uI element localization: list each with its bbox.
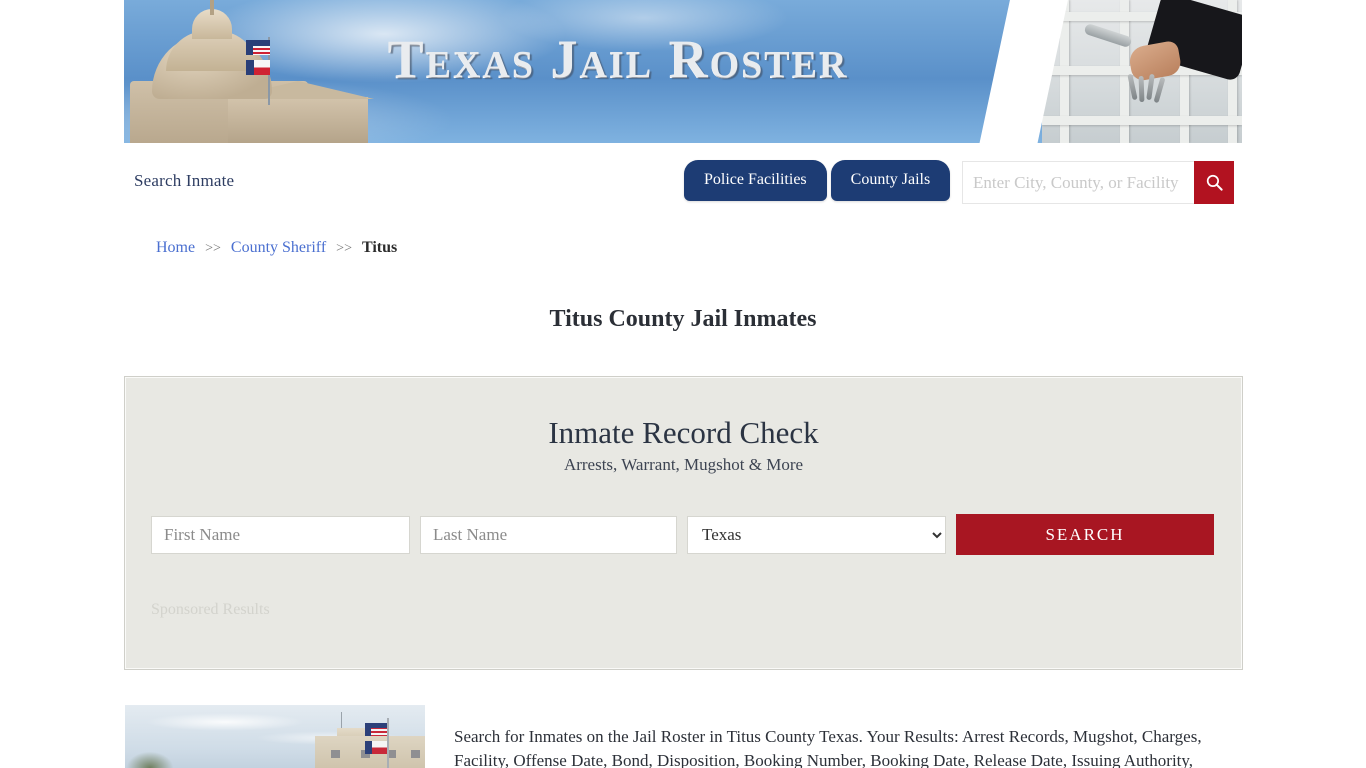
panel-subtitle: Arrests, Warrant, Mugshot & More [563,455,804,474]
thumbnail-window [411,750,420,758]
thumbnail-texas-flag-icon [365,741,387,754]
breadcrumb-separator: >> [336,241,352,256]
thumbnail-us-flag-icon [365,723,387,736]
banner-title: Texas Jail Roster [387,29,849,89]
page-description: Search for Inmates on the Jail Roster in… [454,727,1202,768]
panel-title: Inmate Record Check [548,415,819,450]
site-banner: Texas Jail Roster [124,0,1242,143]
last-name-input[interactable] [420,515,677,554]
inmate-record-check-panel: Inmate Record Check Arrests, Warrant, Mu… [124,376,1243,670]
thumbnail-flagpole [387,718,389,768]
facility-search [962,161,1234,204]
bottom-content: Search for Inmates on the Jail Roster in… [124,700,1243,768]
facility-search-button[interactable] [1194,161,1234,204]
thumbnail-foliage [127,752,173,768]
thumbnail-antenna [341,712,342,728]
capitol-pediment [222,81,374,143]
facility-search-input[interactable] [962,161,1194,204]
navbar: Search Inmate Police Facilities County J… [124,143,1242,223]
jail-bar-horizontal [1042,116,1242,125]
site-brand[interactable]: Search Inmate [134,171,234,191]
thumbnail-cloud [145,713,305,731]
nav-buttons: Police Facilities County Jails [684,160,951,201]
search-button[interactable]: SEARCH [956,514,1214,555]
breadcrumb-county-sheriff[interactable]: County Sheriff [231,239,326,256]
page-title: Titus County Jail Inmates [549,306,817,333]
thumbnail-window [331,750,340,758]
capitol-spire [210,0,214,15]
breadcrumb-separator: >> [205,241,221,256]
breadcrumb-current: Titus [361,239,398,256]
nav-county-jails[interactable]: County Jails [830,160,951,201]
state-select[interactable]: Texas [687,515,946,554]
breadcrumb: Home >> County Sheriff >> Titus [156,239,397,257]
first-name-input[interactable] [151,515,410,554]
inmate-search-form: Texas SEARCH [151,514,1215,555]
breadcrumb-home[interactable]: Home [156,239,195,256]
search-icon [1206,174,1223,191]
page-root: Texas Jail Roster Search Inmate Police F… [0,0,1366,768]
jail-building-thumbnail[interactable] [125,705,425,768]
nav-police-facilities[interactable]: Police Facilities [684,160,827,201]
sponsored-results-label: Sponsored Results [151,601,270,618]
